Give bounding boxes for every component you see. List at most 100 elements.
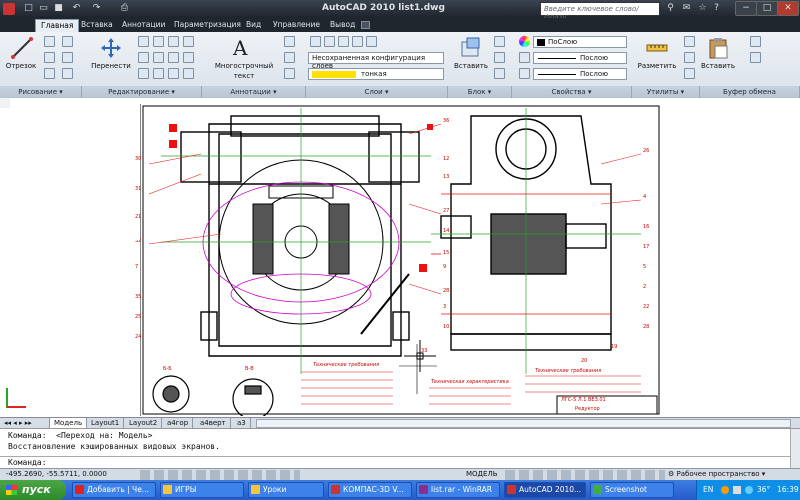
layer-lock-icon[interactable] [352,36,363,47]
communication-icon[interactable]: ✉ [680,2,693,15]
tray-app-icon[interactable] [721,486,729,494]
panel-annotation-title[interactable]: Аннотации ▾ [202,86,306,98]
tab-output[interactable]: Вывод [325,19,360,32]
arc-icon[interactable] [44,68,55,79]
tab-parametric[interactable]: Параметризация [169,19,246,32]
layer-state-dropdown[interactable]: Несохраненная конфигурация слоев [308,52,444,70]
navigation-tools[interactable] [505,470,665,480]
line-tool-label[interactable]: Отрезок [4,62,38,70]
color-dropdown[interactable]: ПоСлою [533,36,627,48]
network-icon[interactable] [733,486,741,494]
panel-draw-title[interactable]: Рисование ▾ [0,86,82,98]
star-icon[interactable]: ☆ [696,2,709,15]
task-lessons-folder[interactable]: Уроки [248,482,324,498]
minimize-button[interactable]: − [735,1,757,16]
tab-insert[interactable]: Вставка [76,19,118,32]
layer-freeze-icon[interactable] [338,36,349,47]
lineweight-icon[interactable] [519,68,530,79]
move-tool-label[interactable]: Перенести [88,62,134,70]
insert-block-icon[interactable] [459,36,483,60]
drafting-toggles[interactable] [140,470,300,480]
lineweight-dropdown[interactable]: Послою [533,68,627,80]
open-file-icon[interactable]: ▭ [37,2,50,15]
panel-properties-title[interactable]: Свойства ▾ [512,86,632,98]
properties-icon[interactable] [183,68,194,79]
layer-properties-icon[interactable] [310,36,321,47]
panel-block-title[interactable]: Блок ▾ [448,86,512,98]
attribute-icon[interactable] [494,68,505,79]
panel-modify-title[interactable]: Редактирование ▾ [82,86,202,98]
layer-dropdown[interactable]: тонкая [308,68,444,80]
ellipse-icon[interactable] [62,68,73,79]
calculator-icon[interactable] [684,68,695,79]
insert-block-label[interactable]: Вставить [450,62,492,70]
redo-icon[interactable]: ↷ [90,2,103,15]
task-opera[interactable]: Добавить | Че... [72,482,156,498]
circle-icon[interactable] [44,52,55,63]
drawing-sheet[interactable]: Технические требования Техническая харак… [135,104,660,416]
cut-icon[interactable] [750,36,761,47]
clock[interactable]: 16:39 [777,480,799,500]
panel-clipboard-title[interactable]: Буфер обмена [700,86,800,98]
task-screenshot[interactable]: Screenshot [590,482,674,498]
create-block-icon[interactable] [494,36,505,47]
rectangle-icon[interactable] [62,36,73,47]
command-scrollbar[interactable] [790,429,800,469]
hatch-icon[interactable] [62,52,73,63]
stretch-icon[interactable] [138,68,149,79]
command-prompt[interactable]: Команда: [8,458,47,467]
close-button[interactable]: ✕ [777,1,799,16]
save-icon[interactable]: ■ [52,2,65,15]
table-icon[interactable] [284,68,295,79]
copy-clip-icon[interactable] [750,52,761,63]
paste-icon[interactable] [706,36,730,60]
task-kompas[interactable]: КОМПАС-3D V... [328,482,412,498]
explode-icon[interactable] [183,36,194,47]
move-tool-icon[interactable] [99,36,123,60]
paste-label[interactable]: Вставить [698,62,738,70]
help-icon[interactable]: ? [710,2,723,15]
dimension-icon[interactable] [284,36,295,47]
linetype-icon[interactable] [519,52,530,63]
edit-block-icon[interactable] [494,52,505,63]
fillet-icon[interactable] [168,52,179,63]
model-space-toggle[interactable]: МОДЕЛЬ [466,470,498,478]
tab-annotate[interactable]: Аннотации [117,19,170,32]
color-wheel-icon[interactable] [519,36,530,47]
copy-icon[interactable] [138,52,149,63]
ribbon-minimize-icon[interactable] [361,21,370,29]
linetype-dropdown[interactable]: Послою [533,52,627,64]
mtext-label-1[interactable]: Многострочный [210,62,278,70]
language-indicator[interactable]: EN [703,480,713,500]
new-file-icon[interactable]: □ [22,2,35,15]
tab-home[interactable]: Главная [35,19,80,32]
tab-manage[interactable]: Управление [268,19,325,32]
task-games-folder[interactable]: ИГРЫ [160,482,244,498]
start-button[interactable]: пуск [0,480,66,500]
measure-label[interactable]: Разметить [634,62,680,70]
erase-icon[interactable] [168,36,179,47]
array-icon[interactable] [168,68,179,79]
print-icon[interactable]: ⎙ [118,2,131,15]
tab-view[interactable]: Вид [241,19,266,32]
task-winrar[interactable]: list.rar - WinRAR [416,482,500,498]
line-tool-icon[interactable] [10,36,34,60]
task-autocad[interactable]: AutoCAD 2010... [504,482,586,498]
select-all-icon[interactable] [684,52,695,63]
layer-off-icon[interactable] [324,36,335,47]
rotate-icon[interactable] [138,36,149,47]
leader-icon[interactable] [284,52,295,63]
horizontal-scrollbar[interactable] [256,419,791,428]
autocad-app-icon[interactable] [3,3,15,15]
mtext-label-2[interactable]: текст [210,72,278,80]
panel-layers-title[interactable]: Слои ▾ [306,86,448,98]
offset-icon[interactable] [183,52,194,63]
workspace-switcher[interactable]: ⚙ Рабочее пространство ▾ [668,470,765,478]
scale-icon[interactable] [153,68,164,79]
mtext-icon[interactable]: A [233,36,247,60]
maximize-button[interactable]: □ [756,1,778,16]
search-input[interactable]: Введите ключевое слово/фразу [540,2,660,21]
measure-icon[interactable] [645,38,669,58]
coordinates-readout[interactable]: -495.2690, -55.5711, 0.0000 [6,470,107,478]
panel-utilities-title[interactable]: Утилиты ▾ [632,86,700,98]
